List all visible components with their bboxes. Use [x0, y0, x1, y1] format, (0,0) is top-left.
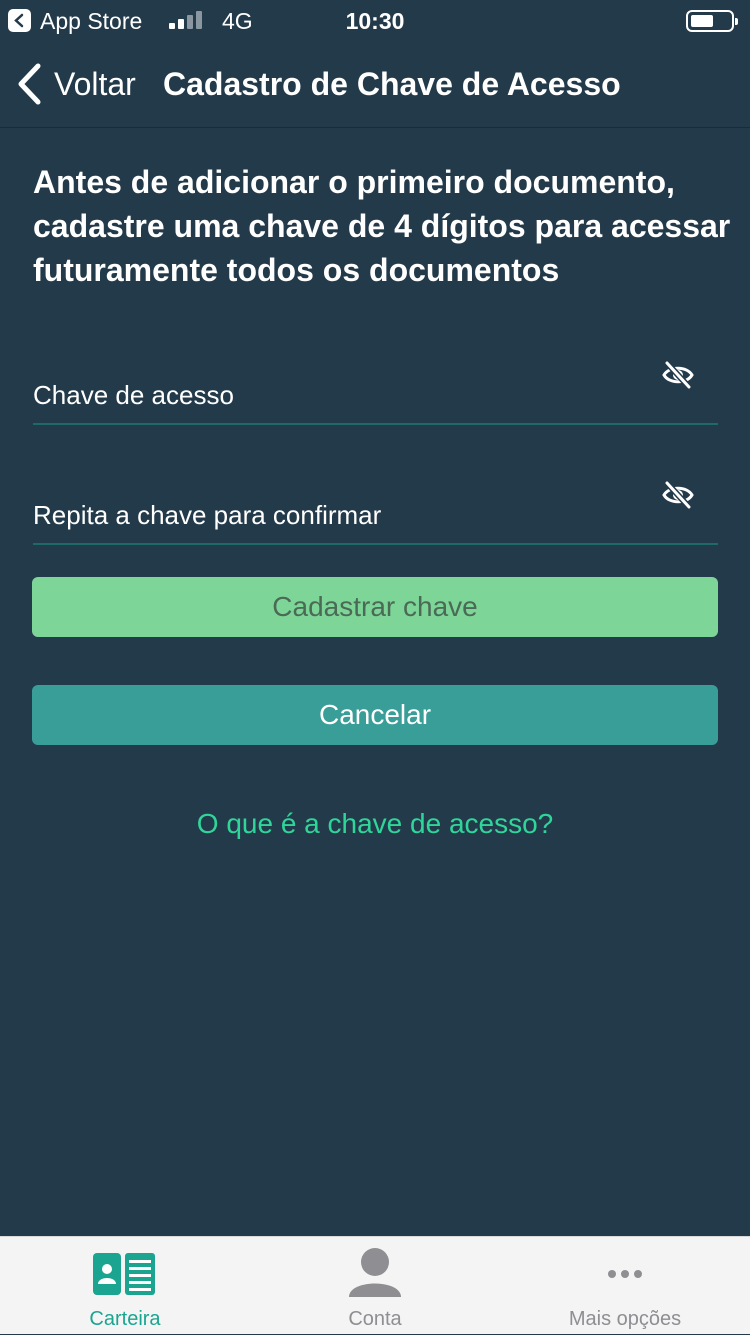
status-bar: App Store 4G 10:30: [0, 0, 750, 40]
eye-slash-icon[interactable]: [662, 359, 694, 391]
page-title: Cadastro de Chave de Acesso: [163, 66, 621, 102]
back-button-label: Voltar: [54, 65, 136, 102]
tab-conta-label: Conta: [348, 1308, 402, 1330]
status-time: 10:30: [345, 8, 405, 34]
tab-mais-opcoes-label: Mais opções: [568, 1308, 682, 1330]
tab-carteira[interactable]: Carteira: [0, 1237, 250, 1335]
back-button[interactable]: Voltar: [16, 62, 136, 106]
chevron-left-icon: [18, 63, 41, 105]
confirm-key-field[interactable]: Repita a chave para confirmar: [33, 475, 718, 545]
eye-slash-icon[interactable]: [662, 479, 694, 511]
register-key-button[interactable]: Cadastrar chave: [32, 577, 718, 637]
access-key-field-label: Chave de acesso: [33, 380, 234, 410]
intro-text: Antes de adicionar o primeiro documento,…: [33, 164, 731, 288]
tab-carteira-label: Carteira: [89, 1308, 161, 1330]
wallet-card-icon: [93, 1253, 155, 1295]
user-icon: [349, 1248, 401, 1297]
confirm-key-field-label: Repita a chave para confirmar: [33, 500, 382, 530]
tab-conta[interactable]: Conta: [250, 1237, 500, 1335]
battery-icon: [686, 10, 738, 32]
tab-mais-opcoes[interactable]: Mais opções: [500, 1237, 750, 1335]
access-key-field[interactable]: Chave de acesso: [33, 355, 718, 425]
what-is-access-key-link[interactable]: O que é a chave de acesso?: [0, 808, 750, 840]
navigation-bar: Voltar Cadastro de Chave de Acesso: [0, 40, 750, 128]
tab-bar: Carteira Conta Mais opções: [0, 1236, 750, 1334]
cancel-button[interactable]: Cancelar: [32, 685, 718, 745]
more-dots-icon: [608, 1270, 642, 1278]
